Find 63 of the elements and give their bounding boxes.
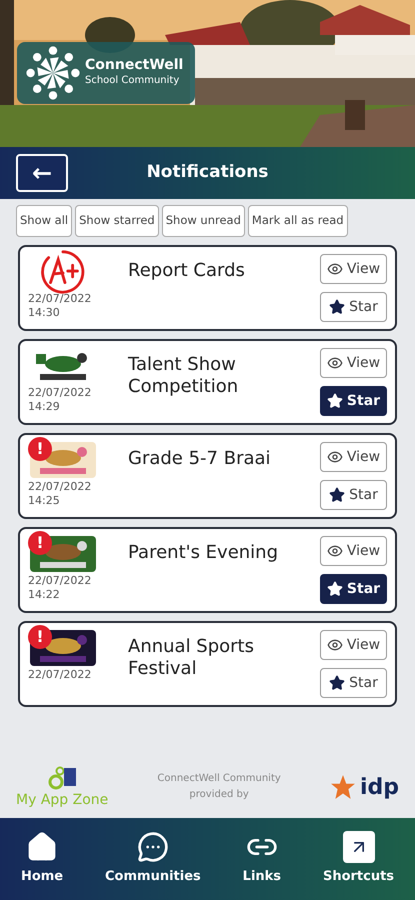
unread-badge: ! — [28, 437, 52, 461]
view-button[interactable]: View — [320, 536, 387, 566]
notification-date: 22/07/2022 — [28, 574, 92, 588]
nav-tab[interactable]: Home — [20, 831, 64, 887]
star-button[interactable]: Star — [320, 292, 387, 322]
eye-icon — [326, 637, 343, 653]
filter-button[interactable]: Mark all as read — [248, 205, 348, 237]
notification-date: 22/07/2022 — [28, 668, 92, 682]
notification-date: 22/07/2022 — [28, 480, 92, 494]
star-icon — [326, 393, 343, 409]
notification-date: 22/07/2022 — [28, 292, 92, 306]
filter-button[interactable]: Show starred — [75, 205, 159, 237]
star-button[interactable]: Star — [320, 668, 387, 698]
eye-icon — [326, 449, 343, 465]
notification-title: Talent Show Competition — [128, 354, 240, 398]
star-icon — [329, 675, 346, 691]
filter-button[interactable]: Show unread — [162, 205, 245, 237]
view-button[interactable]: View — [320, 254, 387, 284]
star-button[interactable]: Star — [320, 386, 387, 416]
gears-icon — [47, 766, 78, 792]
star-icon — [329, 299, 346, 315]
nav-tab[interactable]: Links — [242, 831, 282, 887]
star-button[interactable]: Star — [320, 574, 387, 604]
notification-time: 14:29 — [28, 400, 60, 414]
unread-badge: ! — [28, 625, 52, 649]
star-button[interactable]: Star — [320, 480, 387, 510]
eye-icon — [326, 355, 343, 371]
eye-icon — [326, 261, 343, 277]
star-icon — [329, 487, 346, 503]
notification-title: Report Cards — [128, 260, 246, 282]
provided-by-text: ConnectWell Community provided by — [156, 772, 282, 802]
page-title: Notifications — [146, 161, 270, 184]
notification-card[interactable]: 22/07/2022 14:30 Report Cards View Star — [18, 245, 397, 331]
filter-button[interactable]: Show all — [16, 205, 72, 237]
notification-time: 14:30 — [28, 306, 60, 320]
home-icon — [26, 831, 58, 864]
notification-card[interactable]: ! 22/07/2022 14:25 Grade 5-7 Braai View Star — [18, 433, 397, 519]
view-button[interactable]: View — [320, 630, 387, 660]
shortcut-icon — [342, 831, 374, 864]
notification-card[interactable]: ! 22/07/2022 14:22 Parent's Evening View Star — [18, 527, 397, 613]
notification-time: 14:25 — [28, 494, 60, 508]
notification-card[interactable]: 22/07/2022 14:29 Talent Show Competition View Star — [18, 339, 397, 425]
notification-date: 22/07/2022 — [28, 386, 92, 400]
chat-icon — [136, 831, 169, 864]
logo-icon — [25, 45, 81, 101]
star-logo-icon — [330, 774, 356, 800]
notification-time: 14:22 — [28, 588, 60, 602]
view-button[interactable]: View — [320, 348, 387, 378]
brand-tagline: School Community — [85, 74, 180, 88]
partner-logo: idp — [360, 774, 399, 802]
notification-title: Grade 5-7 Braai — [128, 448, 272, 470]
brand-name: ConnectWell — [85, 57, 184, 73]
back-button[interactable]: ← — [16, 154, 68, 192]
notification-card[interactable]: ! 22/07/2022 Annual Sports Festival View Star — [18, 621, 397, 707]
star-icon — [326, 581, 343, 597]
nav-tab[interactable]: Communities — [105, 831, 201, 887]
view-button[interactable]: View — [320, 442, 387, 472]
notification-title: Parent's Evening — [128, 542, 280, 564]
nav-tab[interactable]: Shortcuts — [322, 831, 394, 887]
eye-icon — [326, 543, 343, 559]
notification-title: Annual Sports Festival — [128, 636, 255, 680]
unread-badge: ! — [28, 531, 52, 555]
app-zone-label: My App Zone — [16, 792, 108, 808]
